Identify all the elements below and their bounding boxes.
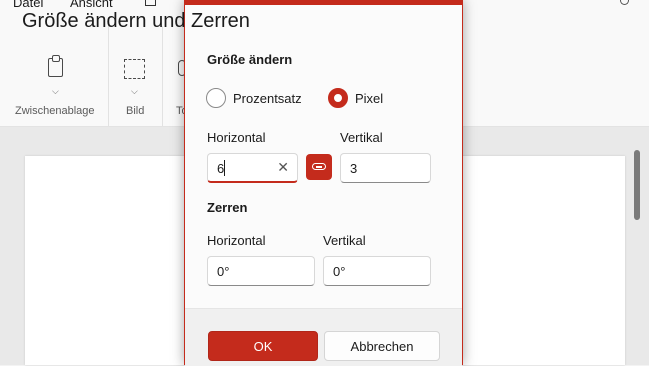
dialog-title: Größe ändern und Zerren <box>22 10 250 32</box>
clear-icon[interactable]: ✕ <box>277 159 289 176</box>
skew-horizontal-input[interactable]: 0° <box>207 256 315 286</box>
save-icon[interactable] <box>145 0 156 6</box>
radio-pixel[interactable] <box>328 88 348 108</box>
radio-percentage-label[interactable]: Prozentsatz <box>233 91 302 106</box>
resize-vertical-input[interactable]: 3 <box>340 153 431 183</box>
skew-horizontal-value: 0° <box>217 264 230 279</box>
chevron-down-icon[interactable]: ⌵ <box>52 86 59 97</box>
resize-vertical-label: Vertikal <box>340 130 383 145</box>
menu-file[interactable]: Datei <box>13 0 43 10</box>
chevron-down-icon[interactable]: ⌵ <box>131 86 138 97</box>
ribbon-group-clipboard: Zwischenablage <box>15 105 95 117</box>
radio-percentage[interactable] <box>206 88 226 108</box>
ok-button[interactable]: OK <box>208 331 318 361</box>
skew-heading: Zerren <box>207 200 248 215</box>
text-caret <box>224 160 225 176</box>
menu-view[interactable]: Ansicht <box>70 0 113 10</box>
vertical-scrollbar[interactable] <box>634 150 640 220</box>
resize-horizontal-label: Horizontal <box>207 130 266 145</box>
skew-vertical-input[interactable]: 0° <box>323 256 431 286</box>
maintain-aspect-ratio-button[interactable] <box>306 154 332 180</box>
dialog-accent-bar <box>185 0 462 5</box>
radio-pixel-label[interactable]: Pixel <box>355 91 383 106</box>
ribbon-separator <box>108 26 109 126</box>
ribbon-separator <box>162 26 163 126</box>
skew-vertical-label: Vertikal <box>323 233 366 248</box>
resize-horizontal-input[interactable]: 6 ✕ <box>207 153 298 183</box>
resize-vertical-value: 3 <box>350 161 358 176</box>
cancel-button[interactable]: Abbrechen <box>324 331 440 361</box>
account-icon[interactable] <box>620 0 629 5</box>
ribbon-group-image: Bild <box>126 105 145 117</box>
skew-horizontal-label: Horizontal <box>207 233 266 248</box>
selection-icon[interactable] <box>124 59 145 79</box>
skew-vertical-value: 0° <box>333 264 346 279</box>
clipboard-icon[interactable] <box>48 55 63 77</box>
resize-heading: Größe ändern <box>207 52 293 67</box>
